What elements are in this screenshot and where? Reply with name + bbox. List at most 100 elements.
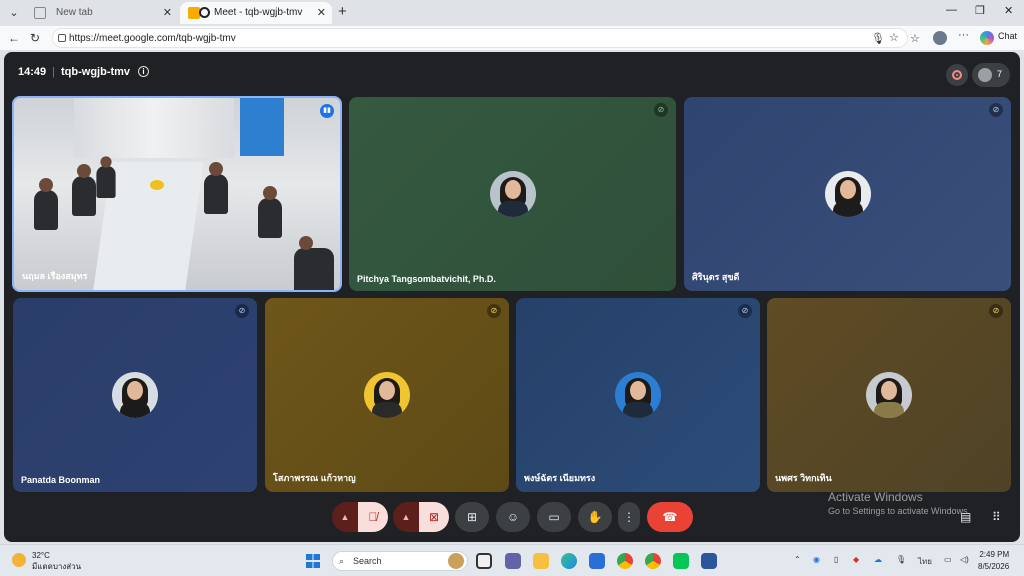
room-wall-image (74, 98, 234, 158)
copilot-icon[interactable] (980, 31, 994, 45)
chat-label[interactable]: Chat (998, 31, 1017, 41)
mic-toggle-button[interactable]: 🎙̸ (358, 502, 388, 532)
record-dot-icon (199, 7, 210, 18)
participant-avatar (489, 171, 536, 217)
word-icon[interactable] (701, 553, 717, 569)
captions-button[interactable]: ▭ (537, 502, 571, 532)
weather-temp: 32°C (32, 551, 50, 560)
windows-taskbar: 32°C มีแดดบางส่วน ⌕ Search ⌃ ◉ ▯ ◆ ☁ 🎙 ไท… (0, 544, 1024, 576)
clock-time: 2:49 PM (979, 550, 1010, 559)
address-bar[interactable]: https://meet.google.com/tqb-wgjb-tmv 🎙 ☆ (52, 28, 908, 48)
participant-avatar (615, 372, 661, 418)
close-tab-icon[interactable]: ✕ (317, 2, 326, 24)
close-tab-icon[interactable]: ✕ (163, 2, 172, 24)
chat-with-everyone-icon[interactable]: ▤ (960, 510, 971, 524)
new-tab-button[interactable]: + (338, 3, 347, 20)
participant-name: ศิรินุตร สุขดี (692, 272, 740, 282)
camera-toggle-button[interactable]: ⊠ (419, 502, 449, 532)
usb-icon[interactable]: ▯ (834, 555, 838, 564)
meet-window: 14:49 | tqb-wgjb-tmv i 7 ▮▮ นฤมล เรืองสมุทร… (4, 52, 1020, 542)
more-options-button[interactable]: ⋮ (618, 502, 640, 532)
meeting-attendee-image (204, 162, 228, 214)
microphone-icon[interactable]: 🎙 (871, 32, 885, 45)
leave-call-button[interactable]: ☎ (647, 502, 693, 532)
site-info-icon[interactable] (58, 34, 66, 42)
chrome-icon[interactable] (617, 553, 633, 569)
participants-button[interactable]: 7 (972, 63, 1010, 87)
participant-tile[interactable]: ⊘ ศิรินุตร สุขดี (684, 97, 1011, 291)
audio-options-chevron-icon[interactable]: ▲ (332, 502, 358, 532)
meeting-code: tqb-wgjb-tmv (61, 66, 131, 78)
windows-start-icon[interactable] (306, 554, 320, 568)
participant-tile-video[interactable]: ▮▮ นฤมล เรืองสมุทร (12, 96, 342, 292)
tab-list-chevron-icon[interactable]: ⌄ (4, 4, 24, 22)
reactions-button[interactable]: ☺ (496, 502, 530, 532)
show-hidden-icons-icon[interactable]: ⌃ (794, 555, 801, 564)
refresh-icon[interactable]: ↻ (30, 31, 40, 45)
participant-tile[interactable]: ⊘ นพศร วิทกเทิน (767, 298, 1011, 492)
participant-name: พงษ์ฉัตร เนียมทรง (524, 473, 596, 483)
mic-off-icon: ⊘ (235, 304, 249, 318)
participant-tile[interactable]: ⊘ โสภาพรรณ แก้วหาญ (265, 298, 509, 492)
video-options-chevron-icon[interactable]: ▲ (393, 502, 419, 532)
search-icon: ⌕ (339, 556, 345, 566)
app-tray-icon[interactable]: ◆ (853, 555, 859, 564)
speaking-indicator-icon: ▮▮ (320, 104, 334, 118)
url-text: https://meet.google.com/tqb-wgjb-tmv (69, 33, 236, 44)
network-icon[interactable]: ▭ (944, 555, 952, 564)
teams-icon[interactable] (505, 553, 521, 569)
participant-avatar (364, 372, 410, 418)
mic-off-icon: ⊘ (487, 304, 501, 318)
mic-off-icon: ⊘ (654, 103, 668, 117)
address-toolbar: ← ↻ https://meet.google.com/tqb-wgjb-tmv… (0, 26, 1024, 50)
room-window-image (240, 98, 284, 156)
more-menu-icon[interactable]: ··· (958, 29, 969, 41)
activities-grid-icon[interactable]: ⠿ (992, 510, 1001, 524)
activate-windows-watermark: Activate Windows Go to Settings to activ… (828, 490, 970, 516)
participant-avatar (824, 171, 871, 217)
meeting-attendee-image (96, 156, 116, 198)
tab-meet[interactable]: Meet - tqb-wgjb-tmv ✕ (180, 2, 332, 24)
file-explorer-icon[interactable] (533, 553, 549, 569)
raise-hand-button[interactable]: ✋ (578, 502, 612, 532)
participant-name: นฤมล เรืองสมุทร (22, 271, 88, 281)
present-screen-button[interactable]: ⊞ (455, 502, 489, 532)
participant-tile[interactable]: ⊘ พงษ์ฉัตร เนียมทรง (516, 298, 760, 492)
participant-name: Pitchya Tangsombatvichit, Ph.D. (357, 274, 496, 284)
weather-desc: มีแดดบางส่วน (32, 562, 82, 571)
meeting-attendee-image (258, 186, 282, 238)
participant-avatars-icon (978, 68, 992, 82)
new-tab-page-icon (34, 7, 46, 19)
task-view-icon[interactable] (476, 553, 492, 569)
tab-new-tab[interactable]: New tab ✕ (26, 2, 178, 24)
meeting-info-icon[interactable]: i (138, 66, 150, 77)
search-highlight-icon[interactable] (448, 553, 464, 569)
meeting-header: 14:49 | tqb-wgjb-tmv i (18, 66, 150, 78)
meeting-attendee-image (72, 164, 96, 216)
profile-avatar[interactable] (933, 31, 947, 45)
chrome-profile-icon[interactable] (645, 553, 661, 569)
watermark-subtitle: Go to Settings to activate Windows. (828, 506, 971, 516)
volume-icon[interactable]: ◁) (960, 555, 969, 564)
restore-icon[interactable]: ❐ (975, 4, 985, 17)
participant-avatar (112, 372, 158, 418)
close-window-icon[interactable]: ✕ (1004, 4, 1013, 17)
back-icon[interactable]: ← (8, 31, 20, 45)
line-icon[interactable] (673, 553, 689, 569)
minimize-icon[interactable]: — (946, 4, 957, 16)
recording-indicator-icon[interactable] (946, 64, 968, 86)
participant-name: Panatda Boonman (21, 475, 101, 485)
mic-off-icon: ⊘ (989, 304, 1003, 318)
language-indicator[interactable]: ไทย (918, 555, 932, 568)
cloud-icon[interactable]: ☁ (874, 555, 882, 564)
taskbar-clock[interactable]: 2:49 PM 8/5/2026 (978, 549, 1009, 573)
favorite-star-icon[interactable]: ☆ (889, 31, 899, 44)
edge-icon[interactable] (561, 553, 577, 569)
store-icon[interactable] (589, 553, 605, 569)
favorites-icon[interactable]: ☆ (910, 32, 920, 45)
participant-tile[interactable]: ⊘ Pitchya Tangsombatvichit, Ph.D. (349, 97, 676, 291)
search-placeholder: Search (353, 556, 382, 566)
microphone-tray-icon[interactable]: 🎙 (896, 555, 906, 564)
participant-tile[interactable]: ⊘ Panatda Boonman (13, 298, 257, 492)
sync-icon[interactable]: ◉ (813, 555, 820, 564)
